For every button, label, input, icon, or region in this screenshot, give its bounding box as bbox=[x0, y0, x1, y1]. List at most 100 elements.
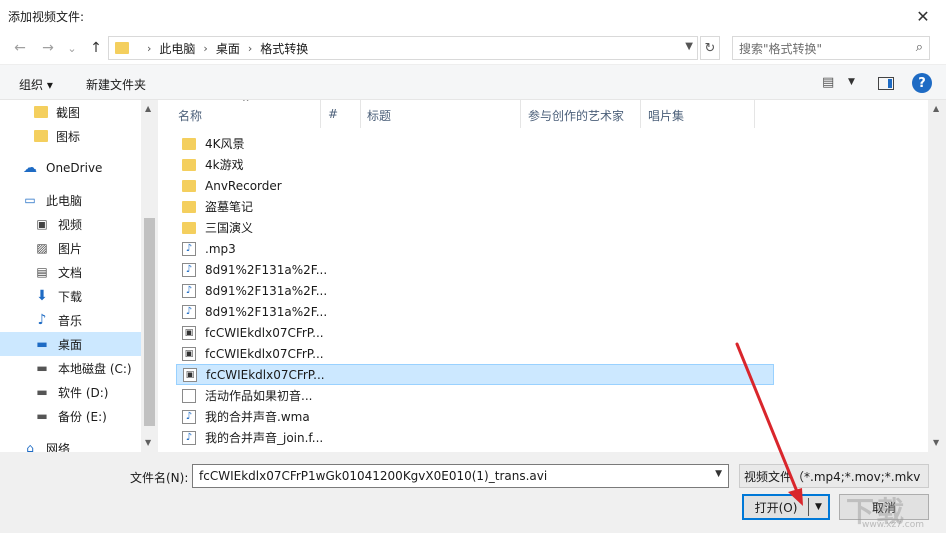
file-name: 三国演义 bbox=[205, 221, 254, 235]
file-name: AnvRecorder bbox=[205, 178, 282, 193]
help-icon[interactable]: ? bbox=[912, 73, 932, 93]
dialog-footer: 文件名(N): fcCWIEkdlx07CFrP1wGk01041200KgvX… bbox=[0, 452, 946, 533]
sidebar-item-onedrive[interactable]: ☁ OneDrive bbox=[0, 156, 141, 180]
open-options-icon[interactable]: ▼ bbox=[809, 502, 828, 512]
sidebar-item-drive-c[interactable]: ▬ 本地磁盘 (C:) bbox=[0, 356, 141, 380]
column-header-artist[interactable]: 参与创作的艺术家 bbox=[528, 107, 624, 124]
sidebar-item-music[interactable]: ♪ 音乐 bbox=[0, 308, 141, 332]
forward-arrow-icon[interactable]: → bbox=[38, 38, 58, 58]
sidebar-item-label: 本地磁盘 (C:) bbox=[58, 361, 132, 376]
address-bar[interactable]: › 此电脑 › 桌面 › 格式转换 ▼ bbox=[108, 36, 698, 60]
chevron-down-icon[interactable]: ▼ bbox=[685, 41, 693, 52]
command-toolbar: 组织 ▾ 新建文件夹 ▤ ▼ ? bbox=[0, 64, 946, 100]
sidebar-item-label: 此电脑 bbox=[46, 193, 83, 208]
preview-pane-icon[interactable] bbox=[878, 77, 894, 90]
breadcrumb-desktop[interactable]: 桌面 bbox=[216, 40, 240, 57]
file-row[interactable]: ♪ 8d91%2F131a%2F... bbox=[176, 280, 774, 301]
chevron-right-icon: › bbox=[203, 41, 208, 55]
recent-locations-icon[interactable]: ⌄ bbox=[62, 38, 82, 58]
file-row[interactable]: 4K风景 bbox=[176, 133, 774, 154]
file-row[interactable]: ♪ 8d91%2F131a%2F... bbox=[176, 301, 774, 322]
folder-icon bbox=[182, 179, 196, 192]
sidebar-item-videos[interactable]: ▣ 视频 bbox=[0, 212, 141, 236]
search-input[interactable]: 搜索"格式转换" ⌕ bbox=[732, 36, 930, 60]
scroll-down-icon[interactable]: ▼ bbox=[933, 438, 939, 447]
video-file-icon: ▣ bbox=[183, 367, 197, 382]
open-button[interactable]: 打开(O) ▼ bbox=[742, 494, 830, 520]
sidebar-item-drive-e[interactable]: ▬ 备份 (E:) bbox=[0, 404, 141, 428]
search-placeholder: 搜索"格式转换" bbox=[739, 41, 823, 56]
breadcrumb-format-convert[interactable]: 格式转换 bbox=[260, 40, 308, 57]
file-row[interactable]: ♪ 我的合并声音.wma bbox=[176, 406, 774, 427]
sort-ascending-icon: ^ bbox=[242, 100, 250, 108]
column-divider[interactable] bbox=[640, 100, 641, 128]
breadcrumb-this-pc[interactable]: 此电脑 bbox=[159, 40, 195, 57]
chevron-down-icon[interactable]: ▼ bbox=[848, 77, 855, 87]
file-list: ^ 名称 # 标题 参与创作的艺术家 唱片集 4K风景 4k游戏 AnvReco… bbox=[166, 100, 928, 452]
file-row[interactable]: AnvRecorder bbox=[176, 175, 774, 196]
up-arrow-icon[interactable]: ↑ bbox=[86, 38, 106, 58]
file-row[interactable]: 盗墓笔记 bbox=[176, 196, 774, 217]
sidebar-item-network[interactable]: ⌂ 网络 bbox=[0, 436, 141, 452]
column-header-row: ^ 名称 # 标题 参与创作的艺术家 唱片集 bbox=[166, 100, 928, 128]
file-row[interactable]: ♪ .mp3 bbox=[176, 238, 774, 259]
column-header-number[interactable]: # bbox=[328, 107, 338, 121]
column-divider[interactable] bbox=[754, 100, 755, 128]
column-header-title[interactable]: 标题 bbox=[367, 107, 391, 124]
sidebar-item-icons[interactable]: 图标 bbox=[0, 124, 141, 148]
view-options-icon[interactable]: ▤ bbox=[822, 75, 834, 90]
file-row[interactable]: ▣ fcCWIEkdlx07CFrP... bbox=[176, 322, 774, 343]
sidebar-item-label: 图标 bbox=[56, 129, 81, 144]
file-row[interactable]: 三国演义 bbox=[176, 217, 774, 238]
sidebar-item-downloads[interactable]: ⬇ 下载 bbox=[0, 284, 141, 308]
disk-icon: ▬ bbox=[36, 409, 48, 423]
scroll-down-icon[interactable]: ▼ bbox=[145, 438, 151, 447]
sidebar-item-drive-d[interactable]: ▬ 软件 (D:) bbox=[0, 380, 141, 404]
back-arrow-icon[interactable]: ← bbox=[10, 38, 30, 58]
disk-icon: ▬ bbox=[36, 361, 48, 375]
close-icon[interactable]: ✕ bbox=[900, 0, 946, 32]
filename-input[interactable]: fcCWIEkdlx07CFrP1wGk01041200KgvX0E010(1)… bbox=[192, 464, 729, 488]
folder-icon bbox=[182, 137, 196, 150]
file-name: fcCWIEkdlx07CFrP... bbox=[205, 325, 324, 340]
sidebar-scrollbar[interactable]: ▲ ▼ bbox=[141, 100, 158, 452]
file-row[interactable]: 4k游戏 bbox=[176, 154, 774, 175]
audio-file-icon: ♪ bbox=[182, 304, 196, 319]
column-divider[interactable] bbox=[520, 100, 521, 128]
new-folder-button[interactable]: 新建文件夹 bbox=[86, 76, 146, 93]
folder-icon bbox=[182, 221, 196, 234]
disk-icon: ▬ bbox=[36, 385, 48, 399]
file-list-scrollbar[interactable]: ▲ ▼ bbox=[928, 100, 946, 452]
sidebar-item-desktop[interactable]: ▬ 桌面 bbox=[0, 332, 141, 356]
navigation-pane: 截图 图标 ☁ OneDrive ▭ 此电脑 ▣ 视频 ▨ 图片 ▤ 文档 ⬇ … bbox=[0, 100, 158, 452]
file-type-value: 视频文件（*.mp4;*.mov;*.mkv bbox=[744, 469, 921, 484]
sidebar-item-screenshots[interactable]: 截图 bbox=[0, 100, 141, 124]
file-type-select[interactable]: 视频文件（*.mp4;*.mov;*.mkv bbox=[739, 464, 929, 488]
column-divider[interactable] bbox=[360, 100, 361, 128]
refresh-icon[interactable]: ↻ bbox=[700, 36, 720, 60]
video-file-icon: ▣ bbox=[182, 325, 196, 340]
scrollbar-thumb[interactable] bbox=[144, 218, 155, 426]
sidebar-item-documents[interactable]: ▤ 文档 bbox=[0, 260, 141, 284]
column-header-album[interactable]: 唱片集 bbox=[648, 107, 684, 124]
documents-icon: ▤ bbox=[36, 265, 48, 279]
file-row[interactable]: ♪ 8d91%2F131a%2F... bbox=[176, 259, 774, 280]
sidebar-item-label: 文档 bbox=[58, 265, 83, 280]
column-divider[interactable] bbox=[320, 100, 321, 128]
file-row[interactable]: ♪ 我的合并声音_join.f... bbox=[176, 427, 774, 448]
chevron-down-icon[interactable]: ▼ bbox=[715, 469, 722, 479]
sidebar-item-pictures[interactable]: ▨ 图片 bbox=[0, 236, 141, 260]
scroll-up-icon[interactable]: ▲ bbox=[933, 104, 939, 113]
file-row[interactable]: ▣ fcCWIEkdlx07CFrP... bbox=[176, 343, 774, 364]
organize-button[interactable]: 组织 ▾ bbox=[19, 76, 53, 93]
sidebar-item-this-pc[interactable]: ▭ 此电脑 bbox=[0, 188, 141, 212]
document-file-icon bbox=[182, 388, 196, 403]
file-row-selected[interactable]: ▣ fcCWIEkdlx07CFrP... bbox=[176, 364, 774, 385]
scroll-up-icon[interactable]: ▲ bbox=[145, 104, 151, 113]
file-name: 8d91%2F131a%2F... bbox=[205, 304, 328, 319]
file-row[interactable]: 活动作品如果初音... bbox=[176, 385, 774, 406]
sidebar-item-label: 截图 bbox=[56, 105, 81, 120]
column-header-name[interactable]: 名称 bbox=[178, 107, 202, 124]
folder-icon bbox=[115, 42, 129, 54]
sidebar-item-label: 下载 bbox=[58, 289, 83, 304]
